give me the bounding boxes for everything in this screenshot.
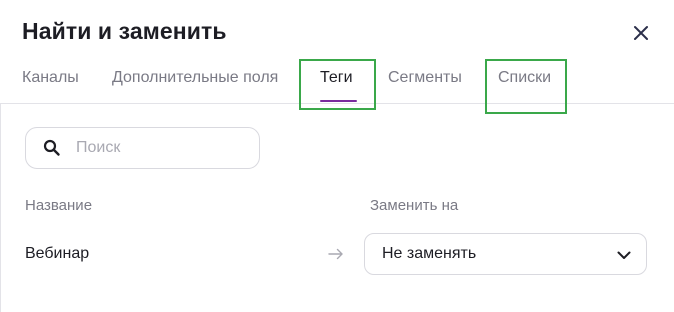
find-replace-dialog: Найти и заменить Каналы Дополнительные п…: [0, 0, 674, 312]
search-input[interactable]: [76, 139, 236, 157]
close-button[interactable]: [628, 20, 654, 46]
tab-bar: Каналы Дополнительные поля Теги Сегменты…: [0, 62, 674, 104]
tab-lists[interactable]: Списки: [498, 69, 551, 87]
arrow-right-icon: [328, 248, 343, 260]
tab-segments[interactable]: Сегменты: [388, 69, 462, 87]
tab-channels[interactable]: Каналы: [22, 69, 79, 87]
tab-tags[interactable]: Теги: [320, 69, 353, 87]
tab-custom-fields[interactable]: Дополнительные поля: [112, 69, 278, 87]
tag-name: Вебинар: [25, 245, 90, 262]
chevron-down-icon: [617, 251, 631, 259]
replace-select[interactable]: Не заменять: [364, 233, 647, 275]
search-icon: [43, 139, 61, 157]
replace-select-value: Не заменять: [382, 245, 477, 262]
column-header-replace: Заменить на: [370, 197, 459, 214]
active-tab-indicator: [320, 100, 357, 102]
dialog-title: Найти и заменить: [22, 18, 227, 44]
search-box: [25, 127, 260, 169]
close-icon: [634, 26, 648, 40]
column-header-name: Название: [25, 197, 93, 214]
dialog-edge: [0, 104, 1, 312]
